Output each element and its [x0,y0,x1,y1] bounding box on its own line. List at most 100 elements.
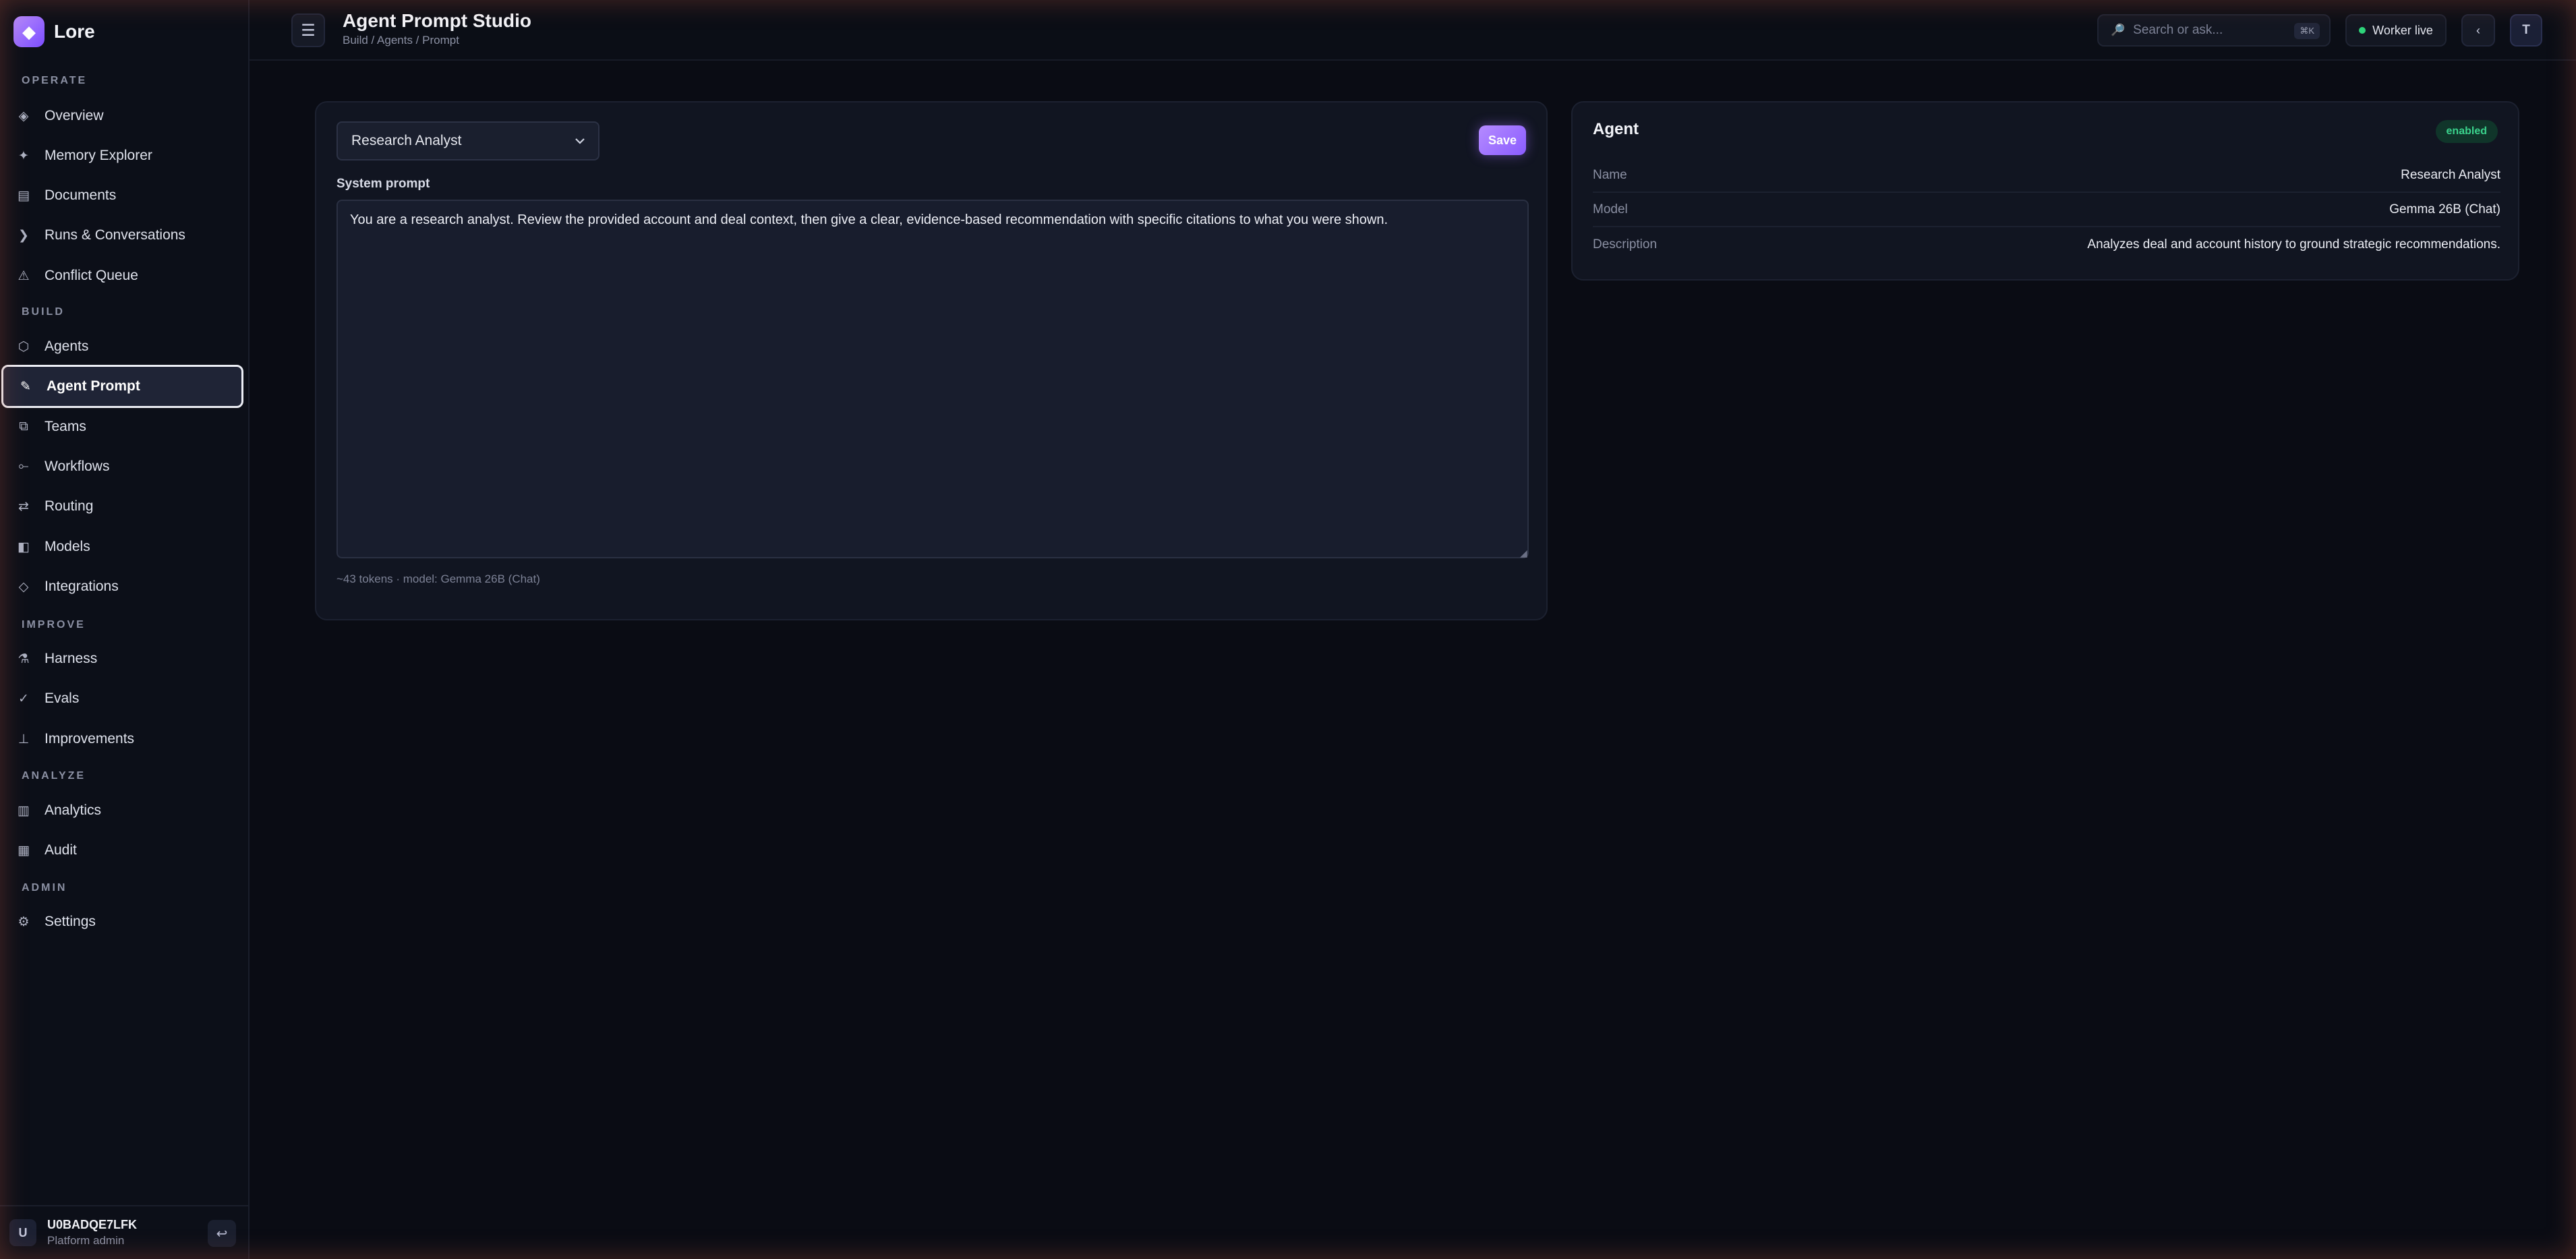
sidebar-item-label: Agents [45,339,89,354]
flask-icon: ⚗ [18,651,30,666]
workflow-icon: ⟜ [18,459,29,473]
page-title: Agent Prompt Studio [343,10,531,31]
diamond-icon: ◇ [18,579,29,594]
gear-icon: ⚙ [18,914,30,929]
document-icon: ▤ [18,188,30,203]
shortcut-hint: ⌘K [2294,23,2320,39]
sidebar-item-label: Documents [45,187,117,203]
brand-name: Lore [54,21,95,42]
user-menu-button[interactable]: T [2510,14,2542,47]
sidebar-item-conflict-queue[interactable]: ⚠ Conflict Queue [1,254,243,297]
system-prompt-label: System prompt [336,177,430,191]
info-row-name: Name Research Analyst [1593,158,2500,193]
sidebar-item-documents[interactable]: ▤ Documents [1,174,243,217]
pencil-icon: ✎ [20,379,31,394]
info-key: Description [1593,237,1658,252]
sidebar-item-routing[interactable]: ⇄ Routing [1,485,243,528]
search-box[interactable]: 🔎 ⌘K [2097,14,2331,47]
save-button[interactable]: Save [1479,125,1526,155]
nav-section-improve: IMPROVE [22,619,86,631]
topbar: ☰ Agent Prompt Studio Build / Agents / P… [250,0,2576,61]
sidebar-item-evals[interactable]: ✓ Evals [1,677,243,720]
agent-card-title: Agent [1593,120,1639,138]
agent-info-card: Agent enabled Name Research Analyst Mode… [1571,101,2519,281]
info-value: Research Analyst [2401,167,2500,182]
sidebar-item-teams[interactable]: ⧉ Teams [1,405,243,448]
sidebar-item-integrations[interactable]: ◇ Integrations [1,565,243,608]
sidebar-item-workflows[interactable]: ⟜ Workflows [1,445,243,488]
sidebar-item-agent-prompt[interactable]: ✎ Agent Prompt [1,365,243,408]
sidebar-item-label: Agent Prompt [47,378,140,394]
menu-toggle-button[interactable]: ☰ [291,13,325,47]
hexagon-icon: ⬡ [18,339,30,354]
sidebar-item-agents[interactable]: ⬡ Agents [1,325,243,368]
info-row-model: Model Gemma 26B (Chat) [1593,193,2500,227]
sidebar-item-label: Analytics [45,802,102,818]
nav-section-operate: OPERATE [22,75,88,86]
teams-icon: ⧉ [19,419,28,434]
nav-section-analyze: ANALYZE [22,770,86,782]
sidebar-item-audit[interactable]: ▦ Audit [1,829,243,872]
sidebar-item-harness[interactable]: ⚗ Harness [1,637,243,680]
avatar[interactable]: U [9,1219,36,1246]
logout-icon: ↩ [216,1226,228,1241]
logout-button[interactable]: ↩ [208,1220,236,1247]
info-value: Gemma 26B (Chat) [2389,202,2500,216]
sidebar-item-models[interactable]: ◧ Models [1,525,243,568]
sidebar-item-improvements[interactable]: ⊥ Improvements [1,718,243,761]
sidebar-item-label: Overview [45,108,104,123]
chevron-down-icon [575,138,585,144]
brand[interactable]: ◆ Lore [13,16,95,47]
search-icon: 🔎 [2111,24,2126,36]
sidebar-item-label: Teams [45,419,86,434]
models-icon: ◧ [18,539,30,554]
sidebar-item-label: Routing [45,498,94,514]
sidebar-item-label: Harness [45,651,98,666]
sidebar-item-label: Evals [45,691,80,706]
chevron-left-icon: ‹ [2476,23,2480,37]
collapse-button[interactable]: ‹ [2461,14,2495,47]
sidebar-item-label: Models [45,539,90,554]
sidebar-item-runs-conversations[interactable]: ❯ Runs & Conversations [1,214,243,257]
worker-status-badge[interactable]: Worker live [2345,14,2447,47]
check-icon: ✓ [18,691,29,706]
nav-section-build: BUILD [22,306,65,318]
sidebar-item-memory-explorer[interactable]: ✦ Memory Explorer [1,134,243,177]
agent-select[interactable]: Research Analyst [336,121,599,160]
sidebar-item-label: Runs & Conversations [45,227,185,243]
user-info: U0BADQE7LFK Platform admin [47,1218,137,1248]
nav-section-admin: ADMIN [22,882,67,894]
sidebar-item-label: Integrations [45,579,119,594]
sidebar-item-settings[interactable]: ⚙ Settings [1,900,243,943]
routing-icon: ⇄ [18,499,29,514]
overview-icon: ◈ [18,109,29,123]
sidebar-item-label: Audit [45,842,77,858]
resize-handle-icon[interactable]: ◢ [1520,548,1527,559]
search-input[interactable] [2133,23,2282,38]
sidebar-item-analytics[interactable]: ▥ Analytics [1,789,243,832]
system-prompt-textarea[interactable]: You are a research analyst. Review the p… [336,200,1529,558]
user-id: U0BADQE7LFK [47,1218,138,1231]
info-key: Model [1593,202,1628,216]
sidebar-item-label: Memory Explorer [45,148,152,163]
prompt-editor-card: Research Analyst Save System prompt You … [315,101,1548,620]
breadcrumb: Build / Agents / Prompt [343,34,459,47]
improvements-icon: ⊥ [18,732,30,746]
status-badge: enabled [2435,120,2498,143]
hamburger-icon: ☰ [301,21,316,40]
token-count: ~43 tokens · model: Gemma 26B (Chat) [336,573,540,585]
lore-logo-icon: ◆ [13,16,45,47]
audit-icon: ▦ [18,843,30,858]
sidebar-item-overview[interactable]: ◈ Overview [1,94,243,138]
sidebar-footer: U U0BADQE7LFK Platform admin ↩ [0,1205,250,1259]
agent-select-value: Research Analyst [351,133,462,148]
worker-status-label: Worker live [2372,23,2433,37]
sidebar-item-label: Improvements [45,731,135,746]
user-role: Platform admin [47,1234,125,1247]
sidebar-item-label: Settings [45,914,96,929]
sidebar-item-label: Conflict Queue [45,268,138,283]
sidebar: ◆ Lore OPERATE ◈ Overview ✦ Memory Explo… [0,0,250,1259]
status-dot-icon [2359,27,2366,34]
sidebar-item-label: Workflows [45,459,110,474]
info-row-description: Description Analyzes deal and account hi… [1593,227,2500,262]
